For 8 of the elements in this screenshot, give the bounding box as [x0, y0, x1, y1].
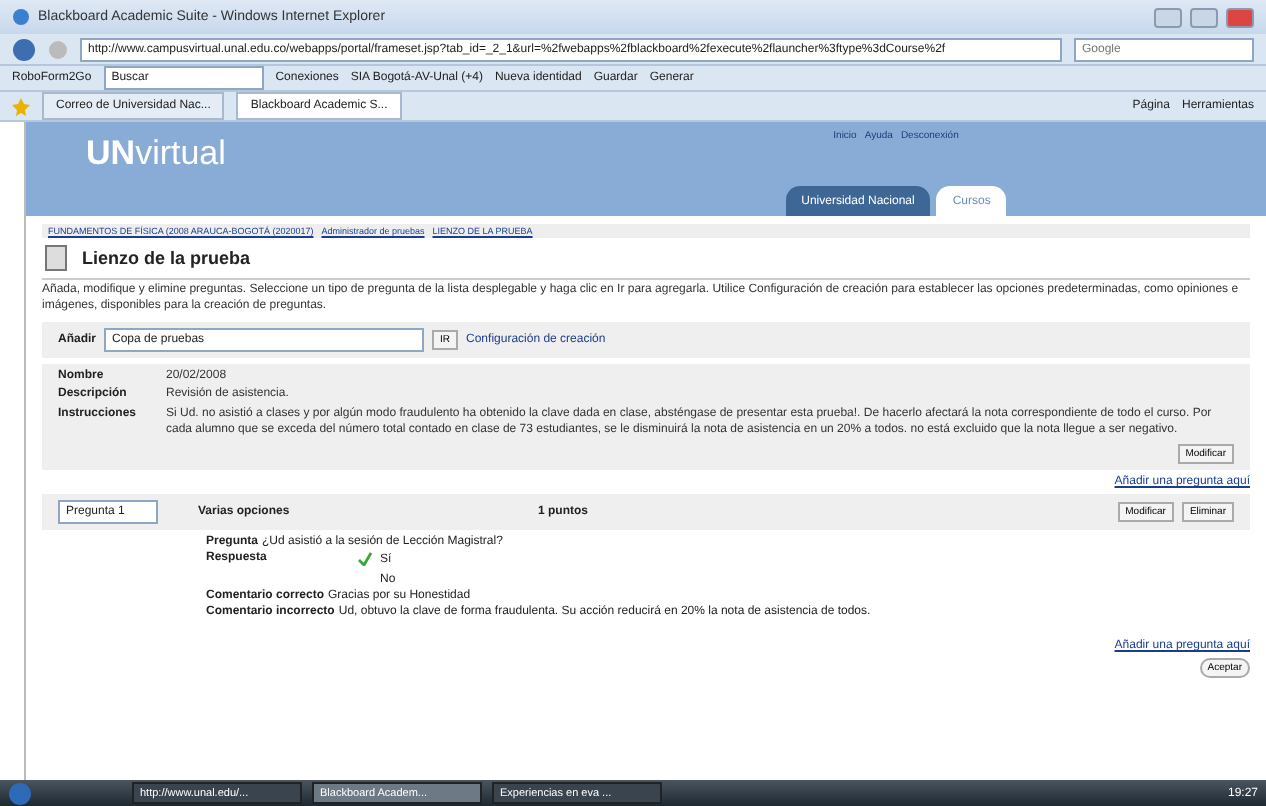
maximize-button[interactable]	[1190, 7, 1218, 27]
site-logo: UNvirtual	[86, 132, 228, 176]
minimize-button[interactable]	[1154, 7, 1182, 27]
page-title: Lienzo de la prueba	[82, 248, 251, 268]
document-icon	[42, 244, 70, 272]
start-button[interactable]	[8, 781, 32, 805]
close-button[interactable]	[1226, 7, 1254, 27]
star-icon[interactable]	[12, 97, 30, 115]
